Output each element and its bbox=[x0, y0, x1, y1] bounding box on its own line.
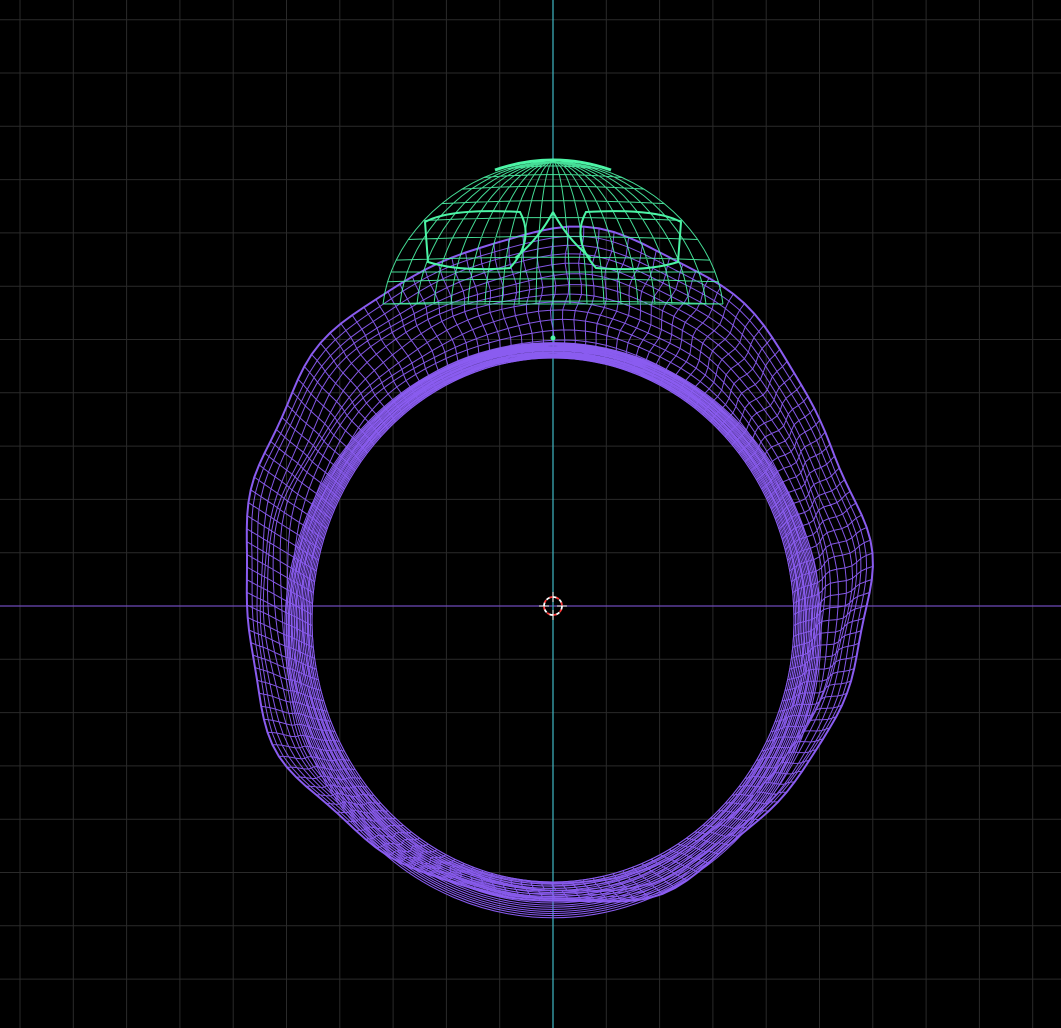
grid-lines bbox=[0, 0, 1061, 1028]
ring-band-wireframe[interactable] bbox=[245, 225, 874, 919]
object-origin-icon bbox=[550, 335, 556, 341]
viewport-scene[interactable] bbox=[0, 0, 1061, 1028]
skull-wire-mesh bbox=[382, 160, 724, 305]
origin-dot bbox=[550, 335, 556, 341]
ring-outline bbox=[245, 225, 874, 903]
3d-viewport[interactable] bbox=[0, 0, 1061, 1028]
floor-grid bbox=[0, 0, 1061, 1028]
skull-head-wireframe[interactable] bbox=[382, 158, 724, 305]
